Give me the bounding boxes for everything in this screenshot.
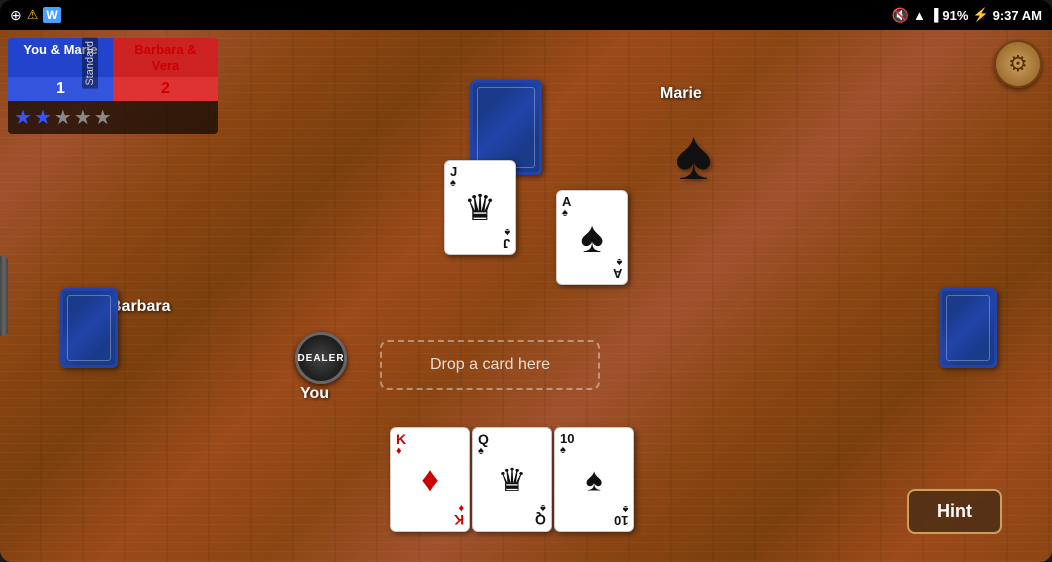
usb-icon: ⊕ <box>10 7 22 24</box>
card-ten-bottom: 10 ♠ <box>614 503 628 527</box>
card-ace-bottom: A ♠ <box>613 256 622 280</box>
score-red: 2 <box>113 77 218 101</box>
hint-button-label: Hint <box>937 501 972 521</box>
star-2: ★ <box>34 105 52 130</box>
status-left-icons: ⊕ ⚠ W <box>10 7 61 24</box>
card-vera-facedown <box>939 288 997 368</box>
score-panel: You & Marie Barbara & Vera 1 2 ★ ★ ★ ★ ★ <box>8 38 218 134</box>
card-king-center: ♦ <box>421 460 439 500</box>
star-4: ★ <box>74 105 92 130</box>
card-ten-center: ♠ <box>586 461 603 498</box>
card-jack-spades[interactable]: J ♠ ♛ J ♠ <box>444 160 516 255</box>
drop-zone-label: Drop a card here <box>430 356 550 374</box>
star-5: ★ <box>94 105 112 130</box>
hint-button[interactable]: Hint <box>907 489 1002 534</box>
card-ace-top: A ♠ <box>562 195 571 219</box>
status-right-icons: 🔇 ▲ ▐ 91% ⚡ 9:37 AM <box>892 7 1042 24</box>
battery-icon: ⚡ <box>972 7 988 23</box>
card-ace-center: ♠ <box>580 213 603 263</box>
card-barbara-facedown <box>60 288 118 368</box>
drop-zone[interactable]: Drop a card here <box>380 340 600 390</box>
status-bar: ⊕ ⚠ W 🔇 ▲ ▐ 91% ⚡ 9:37 AM <box>0 0 1052 30</box>
team-barbara-vera: Barbara & Vera <box>113 38 218 77</box>
alert-icon: ⚠ <box>27 7 39 23</box>
side-grip <box>0 256 8 336</box>
star-1: ★ <box>14 105 32 130</box>
settings-icon: ⚙ <box>1008 51 1028 77</box>
score-header: You & Marie Barbara & Vera <box>8 38 218 77</box>
star-3: ★ <box>54 105 72 130</box>
card-ten-spades[interactable]: 10 ♠ ♠ 10 ♠ <box>554 427 634 532</box>
game-mode-label: Standard <box>82 38 98 89</box>
card-queen-bottom: Q ♠ <box>535 502 546 527</box>
card-queen-top: Q ♠ <box>478 432 489 457</box>
battery-percent: 91% <box>942 8 968 23</box>
settings-button[interactable]: ⚙ <box>994 40 1042 88</box>
card-king-diamonds[interactable]: K ♦ ♦ K ♦ <box>390 427 470 532</box>
card-queen-center: ♛ <box>498 461 527 499</box>
card-jack-bottom: J ♠ <box>503 226 510 250</box>
game-area: You & Marie Barbara & Vera 1 2 ★ ★ ★ ★ ★… <box>0 30 1052 562</box>
card-jack-center: ♛ <box>464 187 496 229</box>
card-ace-spades[interactable]: A ♠ ♠ A ♠ <box>556 190 628 285</box>
signal-icon: ▐ <box>930 8 939 22</box>
player-marie-label: Marie <box>660 85 702 103</box>
mute-icon: 🔇 <box>892 7 909 24</box>
card-ten-top: 10 ♠ <box>560 432 574 456</box>
stars-row: ★ ★ ★ ★ ★ <box>8 101 218 134</box>
card-king-bottom: K ♦ <box>454 502 464 527</box>
marie-spade-symbol: ♠ <box>675 115 712 195</box>
time-display: 9:37 AM <box>993 8 1042 23</box>
device-frame: ⊕ ⚠ W 🔇 ▲ ▐ 91% ⚡ 9:37 AM You & Marie Ba… <box>0 0 1052 562</box>
player-barbara-label: Barbara <box>110 298 170 316</box>
card-queen-spades[interactable]: Q ♠ ♛ Q ♠ <box>472 427 552 532</box>
score-numbers: 1 2 <box>8 77 218 101</box>
wifi-icon: ▲ <box>913 8 926 23</box>
dealer-chip-text: DEALER <box>297 353 344 364</box>
card-king-top: K ♦ <box>396 432 406 457</box>
player-you-label: You <box>300 385 329 403</box>
w-app-icon: W <box>43 7 60 23</box>
card-jack-top: J ♠ <box>450 165 457 189</box>
dealer-chip: DEALER <box>295 332 347 384</box>
